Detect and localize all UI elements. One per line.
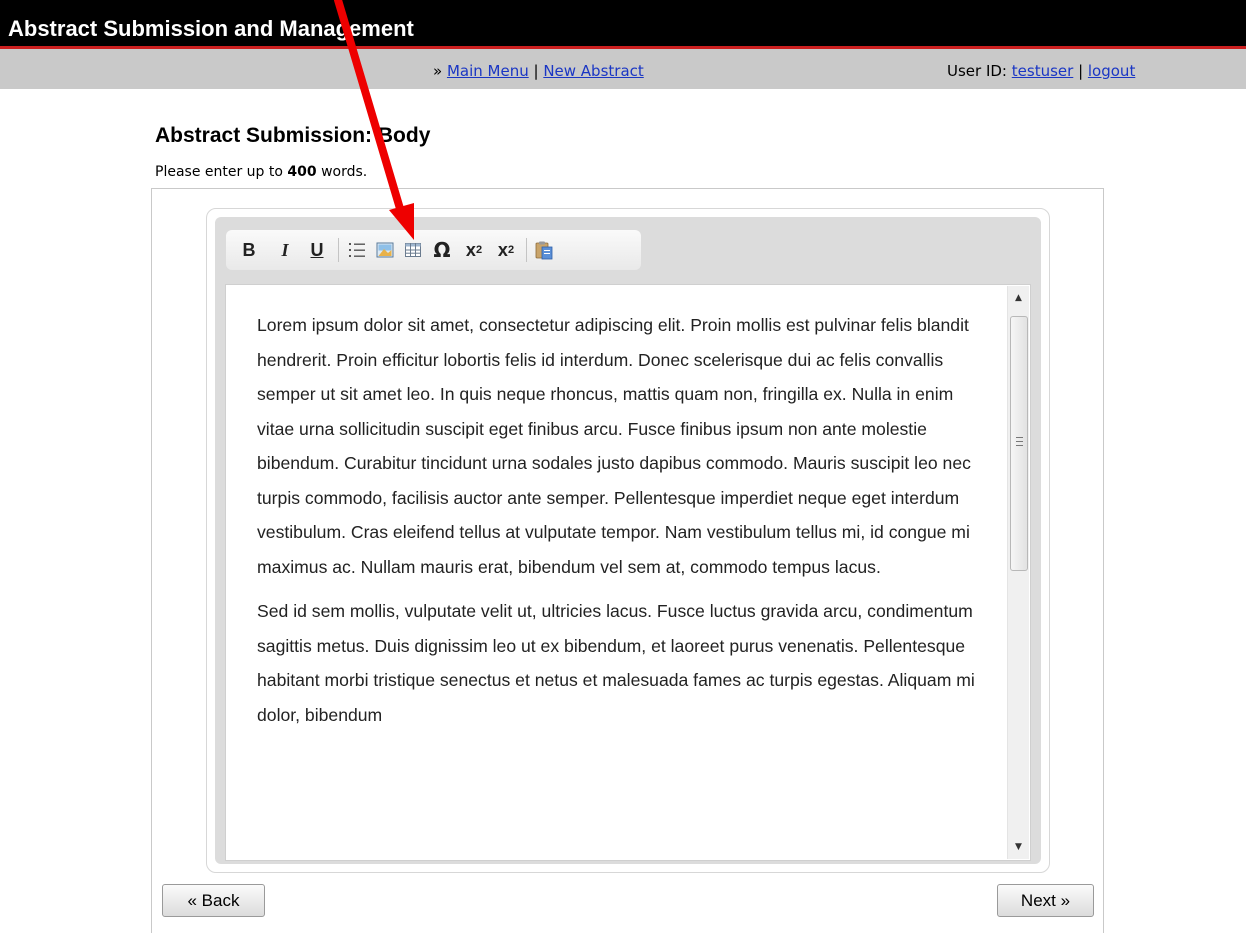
insert-table-icon[interactable]: [402, 236, 424, 264]
page-title: Abstract Submission: Body: [155, 124, 431, 147]
user-separator: |: [1073, 62, 1088, 80]
main-menu-link[interactable]: Main Menu: [447, 62, 529, 80]
toolbar-separator: [338, 238, 339, 262]
nav-bar: » Main Menu | New Abstract User ID: test…: [0, 49, 1246, 89]
user-area: User ID: testuser | logout: [947, 62, 1135, 80]
user-id-link[interactable]: testuser: [1012, 62, 1074, 80]
editor-content-area[interactable]: Lorem ipsum dolor sit amet, consectetur …: [225, 284, 1031, 861]
app-title: Abstract Submission and Management: [8, 16, 414, 41]
editor-body: B I U Ω x 2 x 2 Lorem ipsum dolor sit am…: [215, 217, 1041, 864]
subscript-exponent: 2: [507, 244, 515, 256]
subscript-base: x: [497, 239, 508, 260]
superscript-icon[interactable]: x2: [460, 236, 488, 264]
bullet-list-icon[interactable]: [346, 236, 368, 264]
superscript-base: x: [465, 239, 476, 260]
toolbar-separator: [526, 238, 527, 262]
instructions-suffix: words.: [316, 164, 368, 180]
paste-word-icon[interactable]: [533, 236, 555, 264]
body-paragraph-1: Lorem ipsum dolor sit amet, consectetur …: [257, 315, 971, 577]
new-abstract-link[interactable]: New Abstract: [543, 62, 643, 80]
scroll-down-icon[interactable]: ▼: [1008, 837, 1029, 857]
special-character-icon[interactable]: Ω: [430, 236, 454, 264]
underline-button[interactable]: U: [306, 236, 328, 264]
rich-text-editor: B I U Ω x 2 x 2 Lorem ipsum dolor sit am…: [206, 208, 1050, 873]
insert-image-icon[interactable]: [374, 236, 396, 264]
instructions-prefix: Please enter up to: [155, 164, 288, 180]
next-button[interactable]: Next »: [997, 884, 1094, 917]
abstract-body-text[interactable]: Lorem ipsum dolor sit amet, consectetur …: [257, 308, 977, 742]
bold-button[interactable]: B: [238, 236, 260, 264]
editor-scrollbar[interactable]: ▲ ▼: [1007, 286, 1029, 859]
scroll-up-icon[interactable]: ▲: [1008, 288, 1029, 308]
italic-button[interactable]: I: [274, 236, 296, 264]
nav-separator: |: [528, 62, 544, 80]
editor-toolbar: B I U Ω x 2 x 2: [226, 230, 641, 270]
user-label: User ID:: [947, 62, 1012, 80]
app-header: Abstract Submission and Management: [0, 0, 1246, 49]
logout-link[interactable]: logout: [1088, 62, 1135, 80]
instructions-text: Please enter up to 400 words.: [155, 164, 367, 180]
subscript-icon[interactable]: x2: [492, 236, 520, 264]
scrollbar-thumb[interactable]: [1010, 316, 1028, 571]
scrollbar-grip-icon: [1016, 437, 1023, 446]
nav-prefix: »: [433, 62, 447, 80]
back-button[interactable]: « Back: [162, 884, 265, 917]
word-limit: 400: [287, 164, 317, 180]
body-paragraph-2: Sed id sem mollis, vulputate velit ut, u…: [257, 601, 975, 725]
superscript-exponent: 2: [475, 244, 483, 256]
nav-links: » Main Menu | New Abstract: [433, 62, 644, 80]
